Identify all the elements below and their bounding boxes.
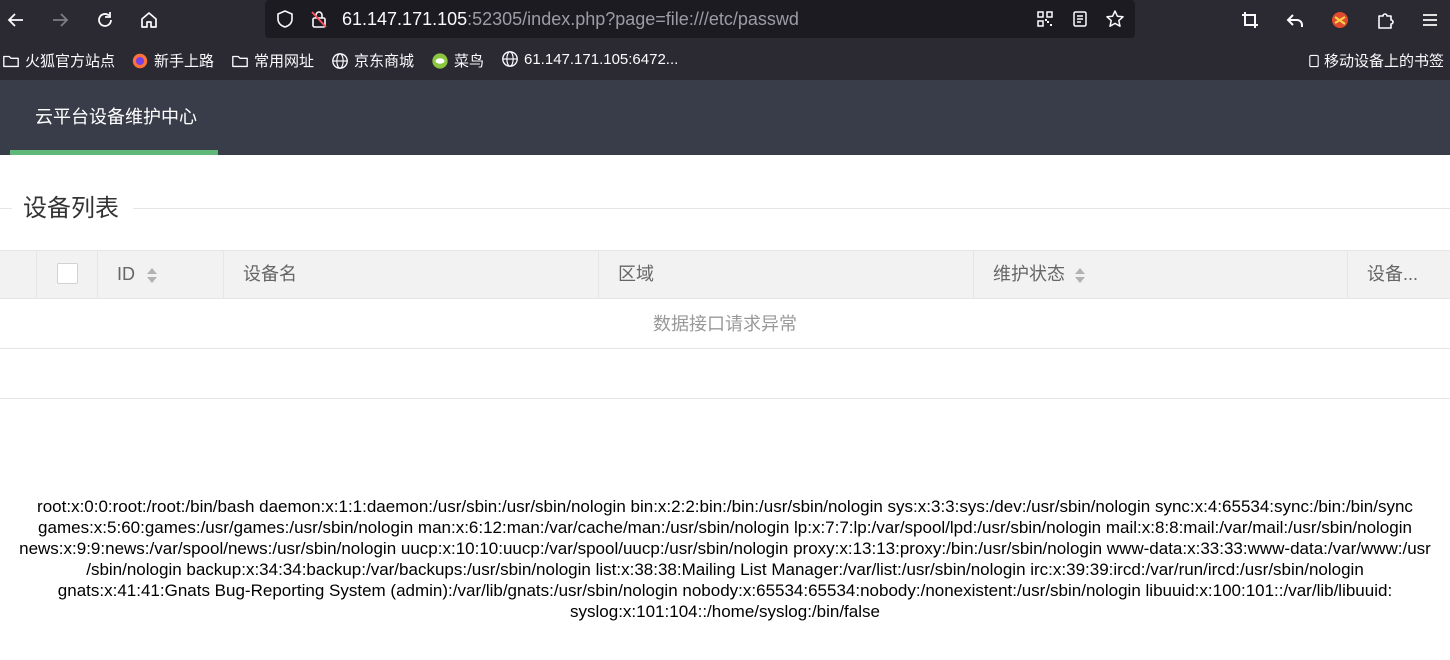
crop-icon	[1242, 12, 1258, 28]
sort-icon[interactable]	[147, 268, 157, 284]
table-header: ID 设备名 区域 维护状态 设备...	[0, 250, 1450, 299]
bookmark-item[interactable]: 京东商城	[331, 50, 414, 71]
screenshot-button[interactable]	[1236, 6, 1264, 34]
mobile-bookmarks-label: 移动设备上的书签	[1324, 53, 1445, 70]
column-label: ID	[117, 264, 135, 284]
select-all-checkbox[interactable]	[57, 263, 78, 284]
globe-icon	[502, 51, 518, 67]
undo-button[interactable]	[1281, 6, 1309, 34]
extension-button[interactable]	[1326, 6, 1354, 34]
arrow-left-icon	[7, 13, 23, 27]
sort-icon[interactable]	[1075, 268, 1085, 284]
extension-badge-icon	[1332, 12, 1348, 28]
back-button[interactable]	[2, 6, 30, 34]
reload-icon	[98, 12, 112, 27]
url-text[interactable]: 61.147.171.105:52305/index.php?page=file…	[342, 9, 799, 30]
active-nav-indicator	[10, 150, 218, 155]
home-icon	[141, 12, 157, 28]
qr-code-icon[interactable]	[1031, 5, 1059, 33]
table-footer-divider	[0, 398, 1450, 399]
bookmark-item[interactable]: 61.147.171.105:6472...	[501, 50, 678, 68]
output-line: syslog:x:101:104::/home/syslog:/bin/fals…	[570, 602, 880, 621]
passwd-file-output: root:x:0:0:root:/root:/bin/bash daemon:x…	[0, 496, 1450, 622]
table-header-spacer	[0, 251, 37, 298]
bookmarks-bar: 火狐官方站点 新手上路 常用网址 京东商城 菜鸟 61.147.171.105:…	[0, 40, 1450, 80]
bookmark-label: 61.147.171.105:6472...	[524, 50, 679, 68]
output-line: news:x:9:9:news:/var/spool/news:/usr/sbi…	[19, 539, 1431, 558]
section-title: 设备列表	[23, 195, 119, 222]
bookmark-label: 新手上路	[154, 53, 215, 70]
folder-icon	[3, 55, 19, 67]
select-all-cell	[37, 251, 98, 298]
app-title-nav-item[interactable]: 云平台设备维护中心	[10, 80, 218, 155]
bookmark-label: 火狐官方站点	[25, 53, 116, 70]
mobile-bookmarks[interactable]: 移动设备上的书签	[1307, 50, 1444, 71]
output-line: games:x:5:60:games:/usr/games:/usr/sbin/…	[38, 518, 1412, 537]
bookmark-label: 菜鸟	[454, 53, 485, 70]
shield-icon[interactable]	[271, 5, 299, 33]
bookmark-label: 京东商城	[354, 53, 415, 70]
forward-button[interactable]	[46, 6, 74, 34]
app-header: 云平台设备维护中心	[0, 80, 1450, 155]
cainiao-icon	[432, 52, 448, 69]
insecure-lock-icon[interactable]	[305, 5, 333, 33]
output-line: root:x:0:0:root:/root:/bin/bash daemon:x…	[37, 497, 1413, 516]
globe-icon	[332, 52, 348, 69]
column-header-device-extra[interactable]: 设备...	[1348, 251, 1450, 298]
arrow-right-icon	[53, 13, 69, 27]
hamburger-menu-icon	[1423, 14, 1437, 26]
table-empty-message: 数据接口请求异常	[0, 299, 1450, 349]
url-host: 61.147.171.105	[342, 9, 468, 29]
puzzle-icon	[1378, 13, 1394, 29]
bookmark-item[interactable]: 新手上路	[131, 50, 214, 71]
column-header-maintenance-status[interactable]: 维护状态	[974, 251, 1348, 298]
folder-icon	[232, 55, 248, 67]
output-line: gnats:x:41:41:Gnats Bug-Reporting System…	[57, 581, 1393, 600]
url-bar[interactable]: 61.147.171.105:52305/index.php?page=file…	[265, 0, 1135, 38]
bookmark-star-icon[interactable]	[1101, 5, 1129, 33]
column-label: 区域	[618, 264, 654, 284]
url-path: :52305/index.php?page=file:///etc/passwd	[467, 9, 799, 29]
column-header-device-name[interactable]: 设备名	[224, 251, 599, 298]
fieldset-divider	[0, 208, 12, 209]
extensions-button[interactable]	[1371, 6, 1399, 34]
column-label: 维护状态	[993, 264, 1065, 284]
fieldset-divider	[133, 208, 1450, 209]
bookmark-item[interactable]: 菜鸟	[431, 50, 484, 71]
undo-arrow-icon	[1286, 14, 1303, 27]
bookmark-item[interactable]: 火狐官方站点	[2, 50, 115, 71]
home-button[interactable]	[135, 6, 163, 34]
column-label: 设备名	[243, 264, 297, 284]
column-header-region[interactable]: 区域	[599, 251, 974, 298]
output-line: /sbin/nologin backup:x:34:34:backup:/var…	[86, 560, 1364, 579]
reload-button[interactable]	[91, 6, 119, 34]
column-header-id[interactable]: ID	[98, 251, 224, 298]
firefox-icon	[132, 53, 148, 68]
column-label: 设备...	[1367, 264, 1419, 284]
menu-button[interactable]	[1416, 6, 1444, 34]
reader-view-icon[interactable]	[1066, 5, 1094, 33]
browser-toolbar: 61.147.171.105:52305/index.php?page=file…	[0, 0, 1450, 40]
bookmark-label: 常用网址	[254, 53, 315, 70]
bookmark-item[interactable]: 常用网址	[231, 50, 314, 71]
mobile-device-icon	[1309, 54, 1319, 67]
